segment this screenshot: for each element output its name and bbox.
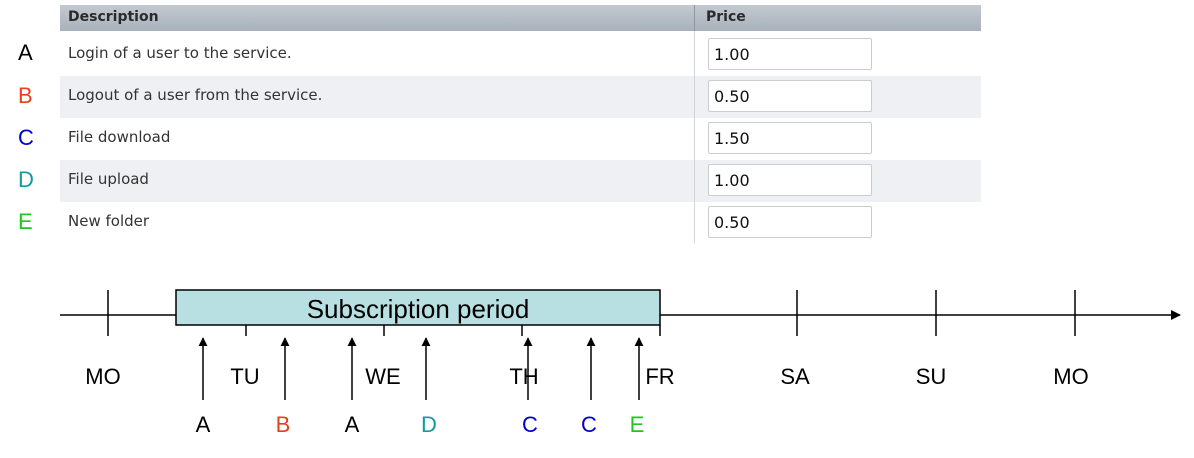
day-label-tu: TU [230, 364, 259, 389]
day-label-we: WE [365, 364, 400, 389]
day-label-th: TH [509, 364, 538, 389]
period-ticks [245, 325, 661, 336]
event-label-d: D [421, 412, 437, 437]
day-label-mo: MO [85, 364, 120, 389]
event-label-a: A [345, 412, 360, 437]
event-label-c: C [581, 412, 597, 437]
day-label-su: SU [916, 364, 947, 389]
day-label-sa: SA [780, 364, 810, 389]
event-label-b: B [276, 412, 291, 437]
subscription-period-label: Subscription period [307, 294, 530, 324]
event-label-e: E [630, 412, 645, 437]
timeline-diagram: Subscription period MO TU WE TH FR SA SU… [60, 289, 1181, 437]
event-label-c: C [522, 412, 538, 437]
day-label-fr: FR [645, 364, 674, 389]
day-label-mo-next: MO [1053, 364, 1088, 389]
event-label-a: A [196, 412, 211, 437]
